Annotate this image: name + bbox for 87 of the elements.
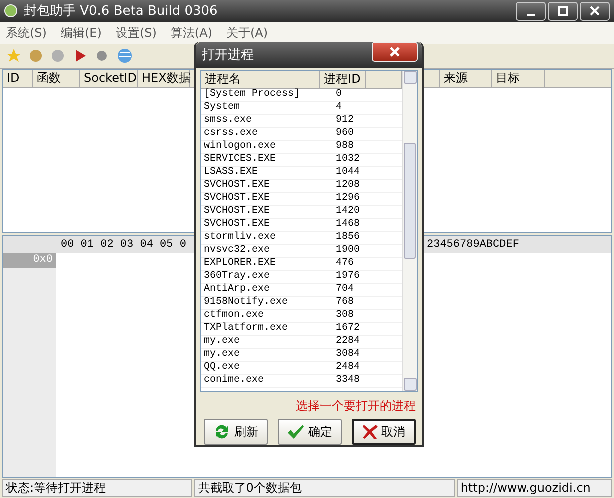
dialog-title: 打开进程 — [202, 46, 255, 64]
process-name: ctfmon.exe — [203, 310, 266, 322]
maximize-button[interactable] — [548, 2, 578, 20]
checkmark-icon — [287, 424, 306, 440]
column-header[interactable]: 函数 — [33, 70, 80, 87]
menu-item[interactable]: 算法(A) — [170, 24, 212, 42]
process-name: TXPlatform.exe — [203, 322, 290, 335]
window-title: 封包助手 V0.6 Beta Build 0306 — [24, 3, 219, 20]
circle-icon[interactable] — [28, 48, 44, 64]
column-header[interactable]: 进程ID — [320, 70, 366, 88]
column-header[interactable]: ID — [3, 70, 33, 87]
minimize-button[interactable] — [516, 2, 546, 20]
process-id: 768 — [335, 296, 356, 309]
process-id: 960 — [335, 128, 356, 140]
process-id: 1208 — [335, 180, 362, 192]
hex-column-header: 00 01 02 03 04 05 0 — [61, 238, 186, 250]
cross-icon — [362, 424, 378, 440]
process-id: 1856 — [335, 232, 362, 244]
process-id: 704 — [335, 284, 356, 296]
circle-icon[interactable] — [94, 48, 110, 64]
app-icon — [4, 4, 18, 18]
process-id: 476 — [335, 258, 356, 270]
menu-item[interactable]: 关于(A) — [226, 24, 268, 42]
hint-text: 选择一个要打开的进程 — [296, 399, 416, 413]
process-name: EXPLORER.EXE — [203, 258, 278, 270]
process-name: LSASS.EXE — [203, 166, 260, 179]
process-id: 2484 — [335, 362, 362, 374]
ascii-column-header: 23456789ABCDEF — [427, 238, 520, 250]
process-name: [System Process] — [203, 88, 302, 101]
column-header[interactable]: SocketID — [80, 70, 138, 87]
status-text: 状态:等待打开进程 — [2, 479, 192, 497]
menu-item[interactable]: 系统(S) — [6, 24, 47, 42]
process-name: my.exe — [203, 348, 242, 361]
process-name: SVCHOST.EXE — [203, 206, 272, 218]
column-header[interactable]: 来源 — [440, 70, 492, 87]
process-name: QQ.exe — [203, 362, 242, 374]
status-text: 共截取了0个数据包 — [194, 479, 455, 497]
process-id: 1044 — [335, 166, 362, 179]
maximize-icon — [558, 6, 568, 16]
process-name: 360Tray.exe — [203, 270, 272, 283]
process-id: 3084 — [335, 348, 362, 361]
process-id: 1900 — [335, 244, 362, 257]
process-id: 1420 — [335, 206, 362, 218]
ok-button[interactable]: 确定 — [278, 419, 342, 445]
minimize-icon — [527, 14, 535, 16]
circle-icon[interactable] — [50, 48, 66, 64]
process-id: 1976 — [335, 270, 362, 283]
star-icon[interactable] — [6, 48, 22, 64]
process-name: SVCHOST.EXE — [203, 218, 272, 231]
process-name: smss.exe — [203, 114, 254, 127]
process-name: csrss.exe — [203, 128, 260, 140]
process-name: conime.exe — [203, 374, 266, 387]
close-icon — [590, 6, 600, 16]
column-header[interactable]: 进程名 — [201, 70, 320, 88]
process-id: 1296 — [335, 192, 362, 205]
process-name: nvsvc32.exe — [203, 244, 272, 257]
scrollbar[interactable] — [402, 70, 417, 391]
close-button[interactable] — [580, 2, 610, 20]
process-name: 9158Notify.exe — [203, 296, 290, 309]
process-id: 3348 — [335, 374, 362, 387]
process-id: 1672 — [335, 322, 362, 335]
process-id: 988 — [335, 140, 356, 153]
cancel-button[interactable]: 取消 — [352, 419, 416, 445]
process-name: stormliv.exe — [203, 232, 278, 244]
refresh-button[interactable]: 刷新 — [204, 419, 268, 445]
column-header[interactable]: 目标 — [492, 70, 545, 87]
process-name: SERVICES.EXE — [203, 154, 278, 166]
close-icon — [390, 46, 400, 57]
status-text: http://www.guozidi.cn — [456, 479, 612, 497]
process-name: SVCHOST.EXE — [203, 192, 272, 205]
process-id: 308 — [335, 310, 356, 322]
process-name: my.exe — [203, 336, 242, 348]
menu-item[interactable]: 编辑(E) — [60, 24, 102, 42]
process-id: 1032 — [335, 154, 362, 166]
column-header[interactable]: HEX数据 — [138, 70, 190, 87]
process-id: 0 — [335, 88, 344, 101]
row-offset: 0x0 — [3, 253, 56, 268]
process-name: SVCHOST.EXE — [203, 180, 272, 192]
process-id: 1468 — [335, 218, 362, 231]
process-name: System — [203, 102, 242, 114]
process-id: 4 — [335, 102, 344, 114]
process-id: 2284 — [335, 336, 362, 348]
process-name: winlogon.exe — [203, 140, 278, 153]
process-id: 912 — [335, 114, 356, 127]
process-name: AntiArp.exe — [203, 284, 272, 296]
menu-item[interactable]: 设置(S) — [116, 24, 157, 42]
globe-icon[interactable] — [116, 47, 134, 65]
